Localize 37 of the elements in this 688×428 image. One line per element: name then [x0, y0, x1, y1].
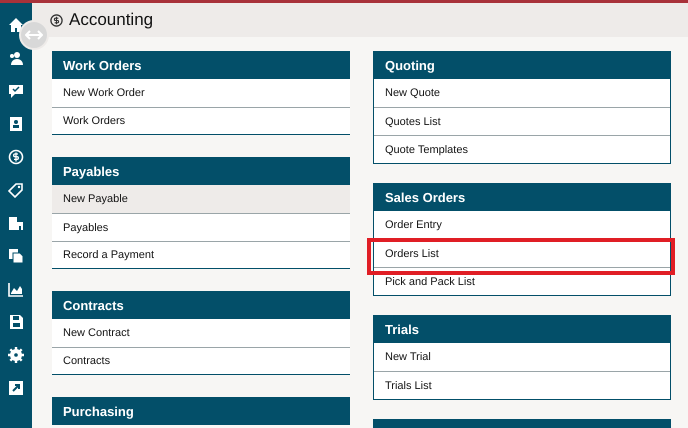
- copy-icon[interactable]: [8, 248, 24, 264]
- menu-link[interactable]: New Quote: [374, 79, 670, 107]
- menu-link[interactable]: Record a Payment: [52, 241, 350, 269]
- chart-icon[interactable]: [8, 281, 24, 297]
- tag-icon[interactable]: [8, 182, 24, 198]
- building-icon[interactable]: [8, 215, 24, 231]
- card-header: Work Orders: [52, 51, 350, 79]
- chat-icon[interactable]: [8, 83, 24, 99]
- card-header: Quoting: [374, 52, 670, 79]
- menu-link[interactable]: Orders List: [374, 239, 670, 267]
- menu-link[interactable]: Contracts: [52, 347, 350, 375]
- menu-link[interactable]: Work Orders: [52, 107, 350, 135]
- double-arrow-icon: [25, 30, 43, 40]
- menu-link[interactable]: Order Entry: [374, 211, 670, 239]
- settings-icon[interactable]: [8, 347, 24, 363]
- menu-link[interactable]: Pick and Pack List: [374, 267, 670, 295]
- menu-link[interactable]: Trials List: [374, 371, 670, 399]
- card-header: Sales Orders: [374, 184, 670, 211]
- card-header: Trials: [374, 316, 670, 343]
- dollar-icon: [50, 14, 63, 26]
- save-icon[interactable]: [8, 314, 24, 330]
- home-icon[interactable]: [8, 17, 24, 33]
- users-icon[interactable]: [8, 50, 24, 66]
- dollar-icon[interactable]: [8, 149, 24, 165]
- card-header: Contracts: [52, 291, 350, 319]
- menu-link[interactable]: New Payable: [52, 185, 350, 213]
- page-title: Accounting: [69, 10, 154, 30]
- external-link-icon[interactable]: [8, 380, 24, 396]
- menu-link[interactable]: Quote Templates: [374, 135, 670, 163]
- menu-link[interactable]: Quotes List: [374, 107, 670, 135]
- menu-link[interactable]: New Trial: [374, 343, 670, 371]
- menu-link[interactable]: New Work Order: [52, 79, 350, 107]
- contact-card-icon[interactable]: [8, 116, 24, 132]
- card-header: Purchasing: [52, 397, 350, 425]
- menu-link[interactable]: New Contract: [52, 319, 350, 347]
- menu-link[interactable]: Payables: [52, 213, 350, 241]
- card-header: Payables: [52, 157, 350, 185]
